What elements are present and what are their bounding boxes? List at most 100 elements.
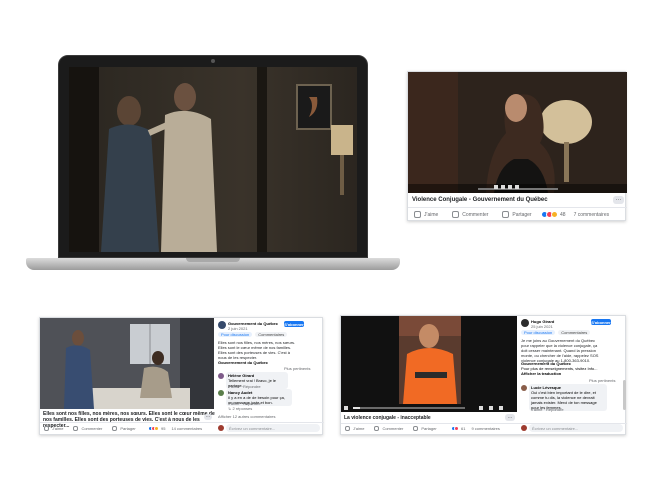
like-button[interactable]: J'aime xyxy=(345,426,364,431)
settings-icon[interactable] xyxy=(489,406,493,410)
post-body-text: Elles sont nos filles, nos mères, nos sœ… xyxy=(218,340,296,360)
reaction-icons xyxy=(148,426,159,431)
action-bar: J'aime Commenter Partager xyxy=(345,426,437,431)
reactions-summary[interactable]: 61 9 commentaires xyxy=(451,426,500,431)
laptop-notch xyxy=(186,258,240,262)
tab-discussion[interactable]: Pour discussion xyxy=(521,330,556,335)
progress-bar[interactable] xyxy=(353,407,465,409)
video-still-bedroom xyxy=(40,318,214,409)
like-label: J'aime xyxy=(52,426,64,431)
more-options-button[interactable]: ··· xyxy=(204,414,212,420)
reaction-icons xyxy=(541,211,558,218)
comment-count[interactable]: 7 commentaires xyxy=(574,212,610,218)
like-button[interactable]: J'aime xyxy=(44,426,63,431)
comment-count[interactable]: 9 commentaires xyxy=(471,426,499,431)
share-button[interactable]: Partager xyxy=(112,426,136,431)
comments-panel: Hugo Girard 25 juin 2021 S'abonner Pour … xyxy=(519,316,627,422)
fullscreen-icon[interactable] xyxy=(499,406,503,410)
avatar xyxy=(521,425,527,431)
subscribe-button[interactable]: S'abonner xyxy=(284,321,304,327)
post-card-bottom-left: Elles sont nos filles, nos mères, nos sœ… xyxy=(39,317,324,435)
thumbs-up-icon xyxy=(44,426,49,431)
thumbs-up-icon xyxy=(345,426,350,431)
show-translation-link[interactable]: Afficher la traduction xyxy=(521,371,561,376)
comment-icon xyxy=(452,211,460,218)
video-player[interactable] xyxy=(341,316,517,412)
divider xyxy=(40,422,324,423)
post-title: Violence Conjugale - Gouvernement du Qué… xyxy=(412,197,548,203)
video-player[interactable] xyxy=(40,318,214,409)
volume-icon[interactable] xyxy=(501,185,505,189)
laptop-video-frame xyxy=(69,67,357,252)
comment-input[interactable]: Écrivez un commentaire... xyxy=(529,424,623,432)
comment-label: Commenter xyxy=(462,211,489,218)
share-button[interactable]: Partager xyxy=(413,426,437,431)
panel-tabs: Pour discussion Commentaires xyxy=(218,332,288,337)
video-still-man xyxy=(341,316,517,412)
avatar xyxy=(521,385,527,391)
avatar xyxy=(218,390,224,396)
volume-icon[interactable] xyxy=(479,406,483,410)
comment-button[interactable]: Commenter xyxy=(73,426,102,431)
comment-button[interactable]: Commenter xyxy=(452,211,488,218)
like-button[interactable]: J'aime xyxy=(414,211,438,218)
avatar xyxy=(218,321,226,329)
fullscreen-icon[interactable] xyxy=(515,185,519,189)
share-label: Partager xyxy=(512,211,532,218)
haha-reaction-icon xyxy=(551,211,558,218)
reactions-summary[interactable]: 48 7 commentaires xyxy=(541,211,610,218)
video-controls xyxy=(408,184,627,193)
post-body-tag[interactable]: Gouvernement du Québec xyxy=(218,360,268,365)
comment-label: Commenter xyxy=(81,426,103,431)
webcam-icon xyxy=(211,59,215,63)
reaction-icons xyxy=(451,426,459,431)
post-date: 2 juin 2021 xyxy=(228,326,248,331)
divider xyxy=(408,207,627,208)
tab-discussion[interactable]: Pour discussion xyxy=(218,332,253,337)
share-button[interactable]: Partager xyxy=(502,211,532,218)
tab-comments[interactable]: Commentaires xyxy=(255,332,288,337)
reaction-count: 48 xyxy=(560,211,566,218)
video-still-couple xyxy=(69,67,357,252)
love-reaction-icon xyxy=(454,426,459,431)
tab-comments[interactable]: Commentaires xyxy=(558,330,591,335)
playback-buttons xyxy=(494,185,542,192)
reaction-count: 61 xyxy=(461,426,466,431)
view-replies-link[interactable]: ↳ 2 réponses xyxy=(228,406,252,411)
play-icon[interactable] xyxy=(344,406,348,410)
comment-actions[interactable]: J'aime · Répondre xyxy=(531,407,564,412)
post-card-bottom-right: La violence conjugale - inacceptable ···… xyxy=(340,315,627,435)
share-icon xyxy=(112,426,118,431)
action-bar: J'aime Commenter Partager xyxy=(414,211,532,218)
post-date: 25 juin 2021 xyxy=(531,324,553,329)
comment-count[interactable]: 14 commentaires xyxy=(171,426,202,431)
comment-label: Commenter xyxy=(382,426,404,431)
settings-icon[interactable] xyxy=(508,185,512,189)
panel-tabs: Pour discussion Commentaires xyxy=(521,330,591,335)
avatar xyxy=(218,425,224,431)
video-controls xyxy=(341,404,517,412)
like-label: J'aime xyxy=(353,426,365,431)
comment-filter[interactable]: Plus pertinents xyxy=(589,378,615,383)
show-more-comments-link[interactable]: Afficher 12 autres commentaires xyxy=(218,414,276,419)
thumbs-up-icon xyxy=(414,211,421,218)
more-options-button[interactable]: ··· xyxy=(613,196,624,204)
video-still-woman xyxy=(408,72,627,193)
more-options-button[interactable]: ··· xyxy=(505,414,515,421)
comment-icon xyxy=(73,426,79,431)
scrollbar[interactable] xyxy=(623,380,626,410)
avatar xyxy=(521,319,529,327)
comments-panel: Gouvernement du Québec 2 juin 2021 S'abo… xyxy=(216,318,324,422)
comment-button[interactable]: Commenter xyxy=(374,426,403,431)
share-icon xyxy=(413,426,419,431)
comment-input[interactable]: Écrivez un commentaire... xyxy=(226,424,320,432)
comment-filter[interactable]: Plus pertinents xyxy=(284,366,310,371)
reactions-summary[interactable]: 95 14 commentaires xyxy=(148,426,202,431)
post-body-text: Je me joins au Gouvernement du Québec po… xyxy=(521,338,599,363)
subscribe-button[interactable]: S'abonner xyxy=(591,319,611,325)
comment-icon xyxy=(374,426,380,431)
share-icon xyxy=(502,211,510,218)
play-icon[interactable] xyxy=(494,185,498,189)
progress-fill xyxy=(353,407,360,409)
video-player[interactable] xyxy=(408,72,627,193)
